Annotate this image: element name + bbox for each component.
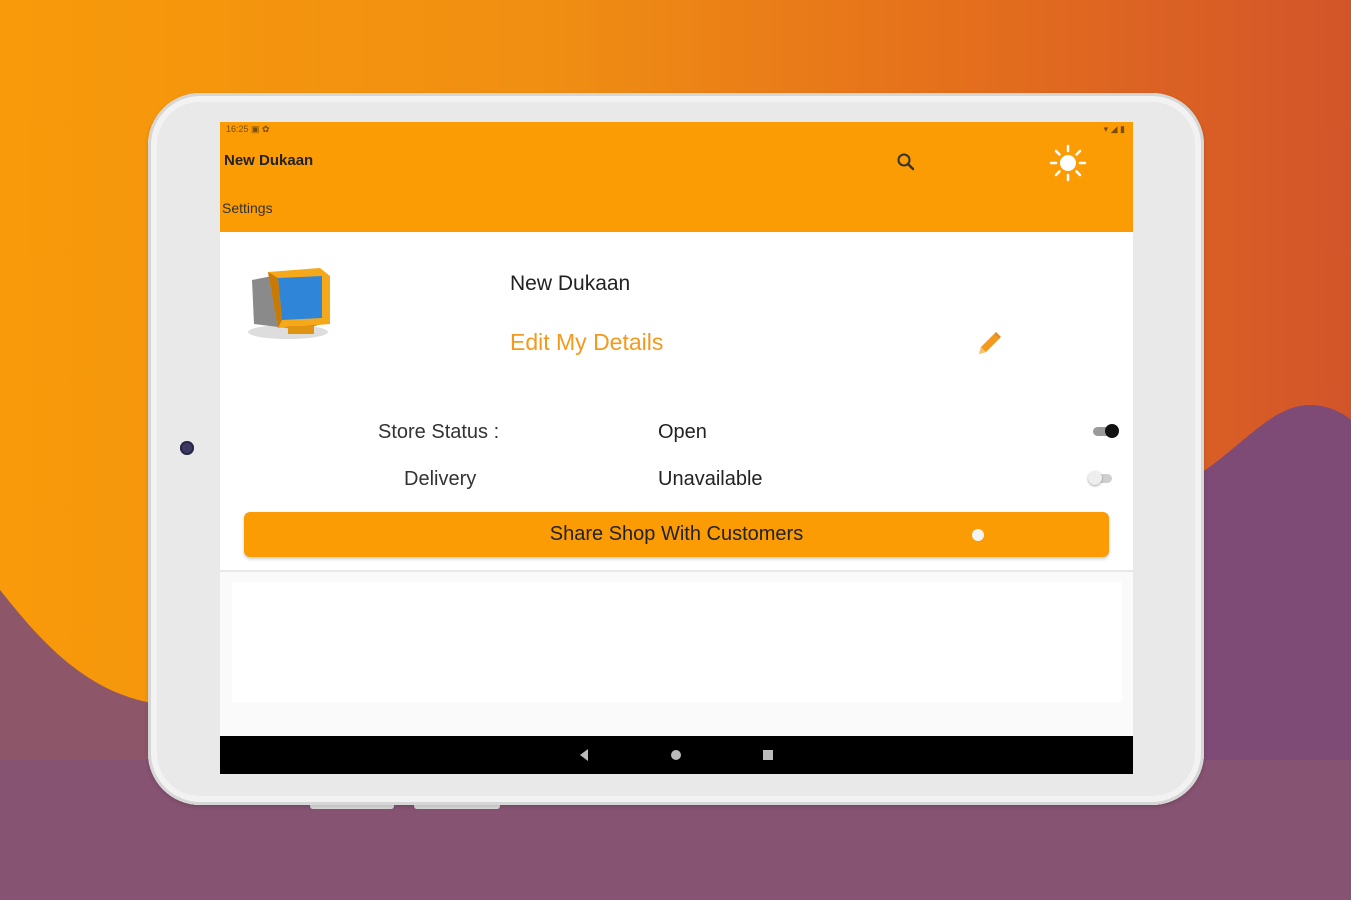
status-bar-left: 16:25 ▣ ✿ bbox=[226, 124, 270, 135]
pencil-icon[interactable] bbox=[973, 328, 1005, 360]
recents-icon[interactable] bbox=[763, 750, 773, 760]
search-icon[interactable] bbox=[895, 151, 917, 173]
store-status-value: Open bbox=[658, 421, 707, 443]
home-icon[interactable] bbox=[671, 750, 681, 760]
app-screen: 16:25 ▣ ✿ ▾ ◢ ▮ New Dukaan Settings New … bbox=[220, 122, 1133, 774]
app-bar: 16:25 ▣ ✿ ▾ ◢ ▮ New Dukaan Settings bbox=[220, 122, 1133, 232]
computer-monitor-icon[interactable] bbox=[242, 266, 334, 342]
toggle-thumb bbox=[1105, 424, 1119, 438]
edit-my-details-link[interactable]: Edit My Details bbox=[510, 329, 663, 356]
share-icon bbox=[972, 529, 984, 541]
divider bbox=[220, 570, 1133, 572]
store-status-label: Store Status : bbox=[378, 421, 500, 443]
app-title: New Dukaan bbox=[224, 152, 314, 169]
toggle-thumb bbox=[1088, 471, 1102, 485]
share-shop-button[interactable]: Share Shop With Customers bbox=[244, 512, 1109, 557]
brightness-icon[interactable] bbox=[1048, 143, 1088, 183]
status-icons-right: ▾ ◢ ▮ bbox=[1103, 124, 1125, 134]
shop-name: New Dukaan bbox=[510, 272, 631, 295]
delivery-label: Delivery bbox=[404, 468, 477, 490]
back-icon[interactable] bbox=[580, 749, 588, 761]
status-icons-left: ▣ ✿ bbox=[251, 124, 270, 134]
system-navigation-bar bbox=[220, 736, 1133, 774]
delivery-value: Unavailable bbox=[658, 468, 763, 490]
settings-panel: New Dukaan Edit My Details Store Status … bbox=[220, 232, 1133, 572]
empty-panel bbox=[232, 582, 1122, 702]
delivery-toggle[interactable] bbox=[1088, 471, 1114, 485]
status-time: 16:25 bbox=[226, 124, 249, 134]
page-subtitle: Settings bbox=[222, 200, 273, 216]
camera-icon bbox=[180, 441, 194, 455]
store-status-toggle[interactable] bbox=[1093, 424, 1119, 438]
